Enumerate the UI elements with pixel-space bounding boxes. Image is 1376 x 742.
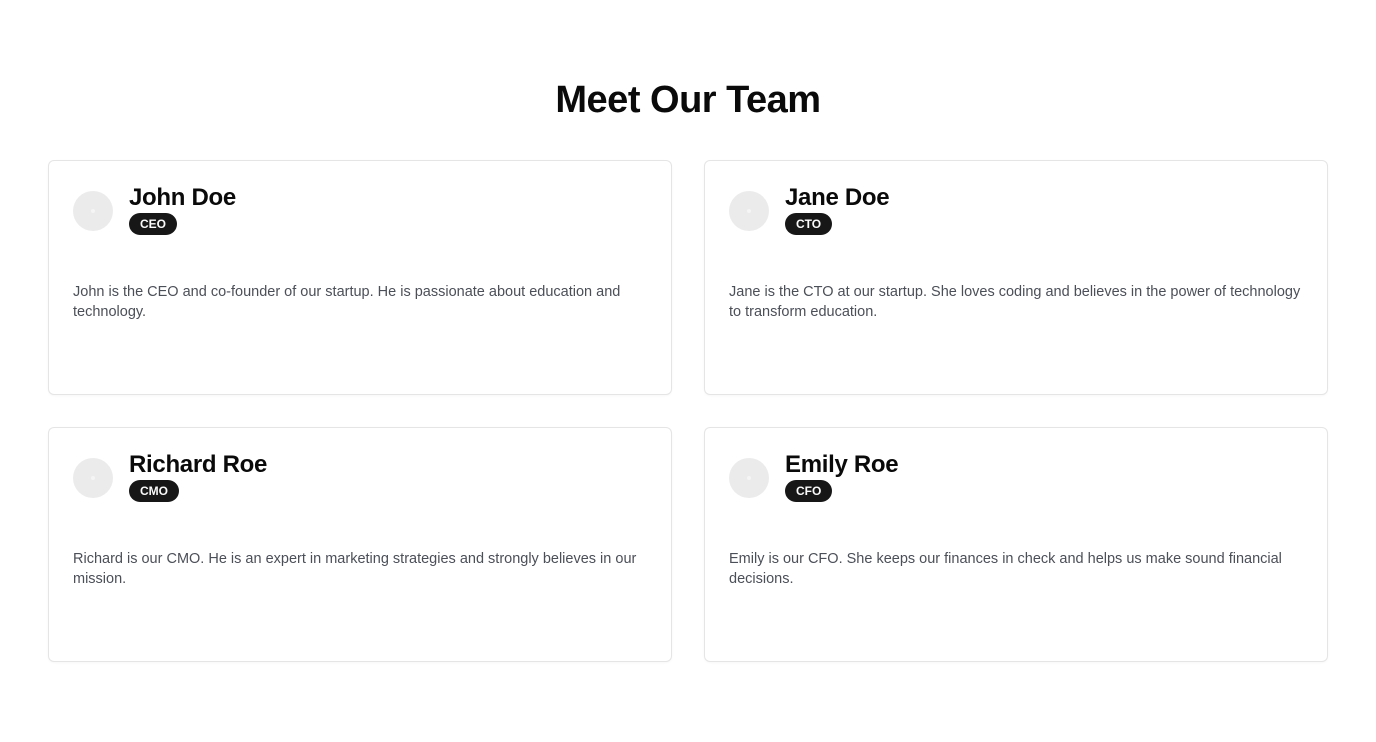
avatar-placeholder-icon [91, 476, 95, 480]
avatar [729, 458, 769, 498]
member-bio: Jane is the CTO at our startup. She love… [729, 284, 1301, 320]
avatar [73, 458, 113, 498]
card-header: John Doe CEO [73, 184, 236, 235]
avatar-placeholder-icon [91, 209, 95, 213]
team-page: Meet Our Team John Doe CEO John is the C… [0, 0, 1376, 742]
member-name: Richard Roe [129, 451, 268, 478]
team-member-card: Jane Doe CTO Jane is the CTO at our star… [704, 160, 1328, 395]
avatar-placeholder-icon [747, 209, 751, 213]
card-header: Richard Roe CMO [73, 451, 267, 502]
role-badge: CEO [129, 213, 178, 235]
card-header: Emily Roe CFO [729, 451, 899, 502]
name-block: Emily Roe CFO [785, 451, 899, 502]
member-bio: John is the CEO and co-founder of our st… [73, 284, 621, 320]
avatar-placeholder-icon [747, 476, 751, 480]
card-header: Jane Doe CTO [729, 184, 890, 235]
page-title: Meet Our Team [555, 79, 821, 121]
member-bio: Richard is our CMO. He is an expert in m… [73, 551, 637, 587]
team-member-card: Emily Roe CFO Emily is our CFO. She keep… [704, 427, 1328, 662]
team-member-card: John Doe CEO John is the CEO and co-foun… [48, 160, 672, 395]
team-grid: John Doe CEO John is the CEO and co-foun… [48, 160, 1328, 662]
role-badge: CFO [785, 480, 833, 502]
team-member-card: Richard Roe CMO Richard is our CMO. He i… [48, 427, 672, 662]
name-block: Jane Doe CTO [785, 184, 890, 235]
role-badge: CMO [129, 480, 179, 502]
name-block: John Doe CEO [129, 184, 236, 235]
avatar [73, 191, 113, 231]
role-badge: CTO [785, 213, 833, 235]
member-bio: Emily is our CFO. She keeps our finances… [729, 551, 1282, 587]
member-name: Jane Doe [785, 184, 890, 211]
avatar [729, 191, 769, 231]
member-name: Emily Roe [785, 451, 899, 478]
member-name: John Doe [129, 184, 236, 211]
name-block: Richard Roe CMO [129, 451, 267, 502]
